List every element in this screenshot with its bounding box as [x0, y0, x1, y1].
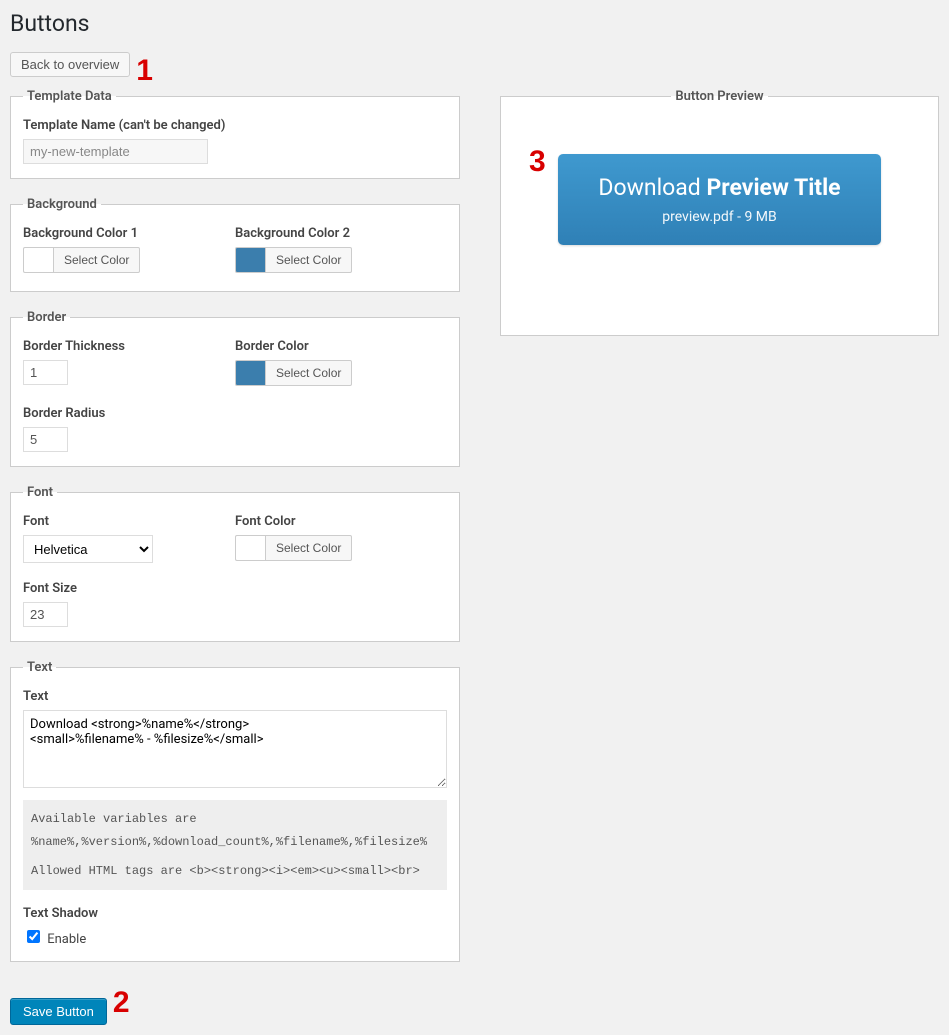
bg-color1-label: Background Color 1 [23, 226, 235, 241]
annotation-3: 3 [529, 145, 546, 179]
hint-variables: Available variables are %name%,%version%… [31, 808, 439, 854]
border-radius-label: Border Radius [23, 406, 447, 421]
border-radius-input[interactable] [23, 427, 68, 452]
template-name-label: Template Name (can't be changed) [23, 118, 447, 133]
font-color-select-button[interactable]: Select Color [265, 535, 352, 561]
border-fieldset: Border Border Thickness Border Color Sel… [10, 310, 460, 467]
bg-color2-label: Background Color 2 [235, 226, 447, 241]
preview-legend: Button Preview [671, 89, 767, 104]
page-title: Buttons [10, 10, 939, 37]
annotation-1: 1 [136, 54, 153, 88]
text-shadow-enable-row[interactable]: Enable [23, 932, 86, 947]
text-textarea[interactable]: Download <strong>%name%</strong> <small>… [23, 710, 447, 788]
text-field-label: Text [23, 689, 447, 704]
font-family-select[interactable]: Helvetica [23, 535, 153, 563]
text-hints: Available variables are %name%,%version%… [23, 800, 447, 890]
bg-color1-swatch[interactable] [23, 247, 53, 273]
text-shadow-label: Text Shadow [23, 906, 447, 921]
font-color-label: Font Color [235, 514, 447, 529]
text-fieldset: Text Text Download <strong>%name%</stron… [10, 660, 460, 962]
save-button[interactable]: Save Button [10, 998, 107, 1025]
hint-tags: Allowed HTML tags are <b><strong><i><em>… [31, 860, 439, 883]
template-data-legend: Template Data [23, 89, 116, 104]
background-legend: Background [23, 197, 101, 212]
preview-main-pre: Download [598, 174, 706, 201]
preview-button[interactable]: Download Preview Title preview.pdf - 9 M… [558, 154, 880, 245]
preview-fieldset: Button Preview Download Preview Title pr… [500, 89, 939, 336]
template-name-input [23, 139, 208, 164]
template-data-fieldset: Template Data Template Name (can't be ch… [10, 89, 460, 179]
font-legend: Font [23, 485, 57, 500]
back-to-overview-button[interactable]: Back to overview [10, 52, 130, 77]
border-color-select-button[interactable]: Select Color [265, 360, 352, 386]
font-size-input[interactable] [23, 602, 68, 627]
font-size-label: Font Size [23, 581, 447, 596]
border-thickness-label: Border Thickness [23, 339, 235, 354]
border-color-label: Border Color [235, 339, 447, 354]
font-family-label: Font [23, 514, 235, 529]
text-shadow-enable-label: Enable [47, 932, 86, 947]
text-legend: Text [23, 660, 56, 675]
preview-sub: preview.pdf - 9 MB [598, 209, 840, 225]
bg-color2-swatch[interactable] [235, 247, 265, 273]
bg-color2-select-button[interactable]: Select Color [265, 247, 352, 273]
bg-color1-select-button[interactable]: Select Color [53, 247, 140, 273]
preview-main-strong: Preview Title [706, 174, 840, 201]
border-thickness-input[interactable] [23, 360, 68, 385]
text-shadow-checkbox[interactable] [27, 930, 40, 943]
annotation-2: 2 [113, 986, 130, 1020]
border-legend: Border [23, 310, 70, 325]
font-fieldset: Font Font Helvetica Font Color Select Co… [10, 485, 460, 642]
background-fieldset: Background Background Color 1 Select Col… [10, 197, 460, 292]
font-color-swatch[interactable] [235, 535, 265, 561]
border-color-swatch[interactable] [235, 360, 265, 386]
